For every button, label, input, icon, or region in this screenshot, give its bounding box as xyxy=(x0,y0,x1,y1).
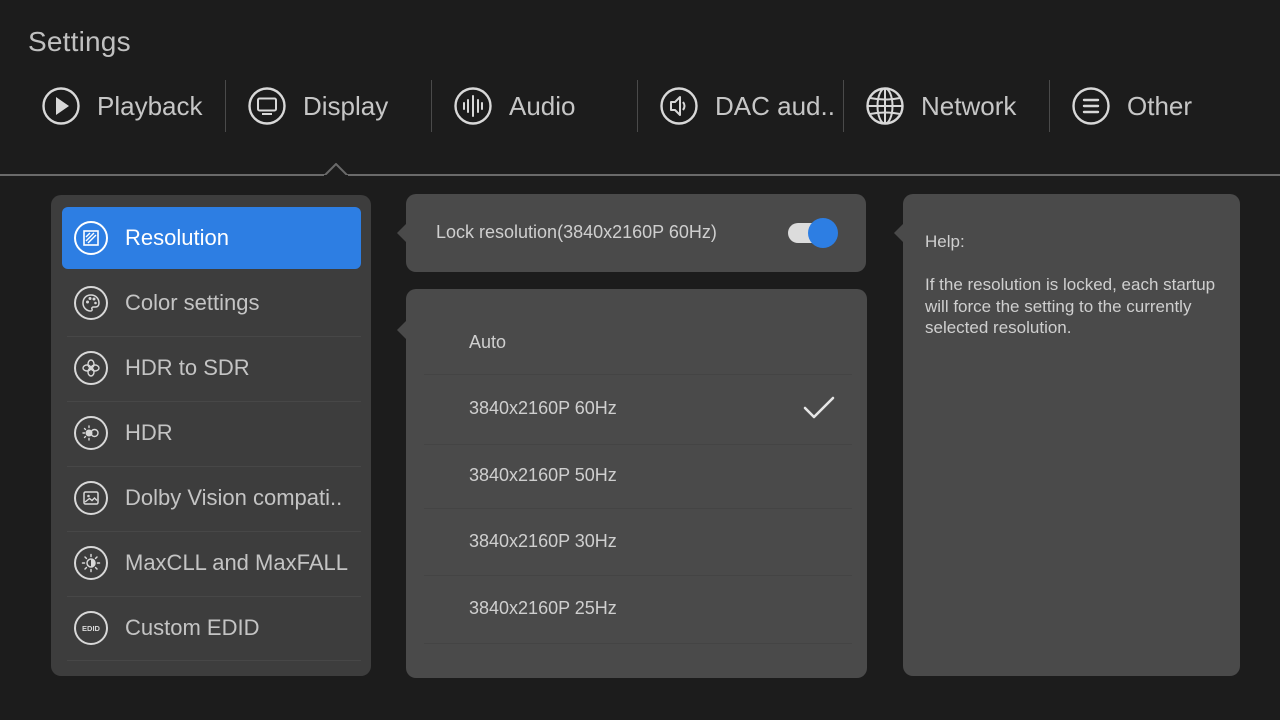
help-panel: Help: If the resolution is locked, each … xyxy=(903,194,1240,676)
tab-display[interactable]: Display xyxy=(247,78,388,134)
tab-label: Playback xyxy=(97,90,203,121)
category-panel: Resolution Color settings HDR to SDR HDR xyxy=(51,195,371,676)
tab-other[interactable]: Other xyxy=(1071,78,1192,134)
category-divider xyxy=(67,660,361,661)
tab-separator xyxy=(1049,80,1050,132)
toggle-knob xyxy=(808,218,838,248)
page-title: Settings xyxy=(28,26,131,57)
resolution-option-50hz[interactable]: 3840x2160P 50Hz xyxy=(469,465,617,486)
tab-label: DAC aud.. xyxy=(715,90,835,121)
resolution-option-auto[interactable]: Auto xyxy=(469,332,506,353)
brightness-icon xyxy=(74,546,108,580)
category-dolby-vision[interactable]: Dolby Vision compati.. xyxy=(62,467,361,529)
image-icon xyxy=(74,481,108,515)
resolution-option-25hz[interactable]: 3840x2160P 25Hz xyxy=(469,598,617,619)
category-label: HDR to SDR xyxy=(125,355,250,380)
category-hdr[interactable]: HDR xyxy=(62,402,361,464)
tab-separator xyxy=(431,80,432,132)
tab-separator xyxy=(637,80,638,132)
tab-separator xyxy=(225,80,226,132)
category-color-settings[interactable]: Color settings xyxy=(62,272,361,334)
category-label: MaxCLL and MaxFALL xyxy=(125,550,348,575)
edid-icon: EDID xyxy=(74,611,108,645)
resolution-divider xyxy=(424,508,852,509)
category-resolution[interactable]: Resolution xyxy=(62,207,361,269)
tab-label: Audio xyxy=(509,90,576,121)
tab-dac-audio[interactable]: DAC aud.. xyxy=(659,78,835,134)
tab-bar: Playback Display Audio DAC aud.. Network… xyxy=(0,78,1280,134)
category-maxcll-maxfall[interactable]: MaxCLL and MaxFALL xyxy=(62,532,361,594)
palette-icon xyxy=(74,286,108,320)
resolution-divider xyxy=(424,575,852,576)
monitor-icon xyxy=(247,86,287,126)
globe-icon xyxy=(865,86,905,126)
category-hdr-to-sdr[interactable]: HDR to SDR xyxy=(62,337,361,399)
tab-network[interactable]: Network xyxy=(865,78,1016,134)
menu-icon xyxy=(1071,86,1111,126)
help-title: Help: xyxy=(925,232,965,251)
hdr-sun-icon xyxy=(74,416,108,450)
resolution-icon xyxy=(74,221,108,255)
resolution-list: Auto 3840x2160P 60Hz 3840x2160P 50Hz 384… xyxy=(406,289,867,678)
category-label: Custom EDID xyxy=(125,615,260,640)
lock-resolution-label: Lock resolution(3840x2160P 60Hz) xyxy=(436,222,717,242)
tab-audio[interactable]: Audio xyxy=(453,78,576,134)
tab-playback[interactable]: Playback xyxy=(41,78,203,134)
tab-label: Other xyxy=(1127,90,1193,121)
tab-label: Network xyxy=(921,90,1017,121)
edid-icon-text: EDID xyxy=(82,624,101,633)
play-icon xyxy=(41,86,81,126)
resolution-option-60hz[interactable]: 3840x2160P 60Hz xyxy=(469,398,617,419)
resolution-option-30hz[interactable]: 3840x2160P 30Hz xyxy=(469,531,617,552)
lock-resolution-row[interactable]: Lock resolution(3840x2160P 60Hz) xyxy=(406,194,866,272)
resolution-divider xyxy=(424,643,852,644)
category-label: Color settings xyxy=(125,290,260,315)
lock-resolution-toggle[interactable] xyxy=(788,218,838,248)
resolution-divider xyxy=(424,374,852,375)
check-icon xyxy=(803,396,835,419)
category-label: HDR xyxy=(125,420,173,445)
category-label: Resolution xyxy=(125,225,229,250)
tab-label: Display xyxy=(303,90,389,121)
resolution-divider xyxy=(424,444,852,445)
speaker-icon xyxy=(659,86,699,126)
help-text: If the resolution is locked, each startu… xyxy=(925,275,1216,337)
category-custom-edid[interactable]: EDID Custom EDID xyxy=(62,597,361,659)
tab-separator xyxy=(843,80,844,132)
selected-tab-caret xyxy=(324,163,348,177)
tab-underline xyxy=(0,174,1280,176)
category-label: Dolby Vision compati.. xyxy=(125,485,343,510)
audio-wave-icon xyxy=(453,86,493,126)
aperture-icon xyxy=(74,351,108,385)
settings-screen: Settings Playback Display Audio DAC aud.… xyxy=(0,0,1280,720)
